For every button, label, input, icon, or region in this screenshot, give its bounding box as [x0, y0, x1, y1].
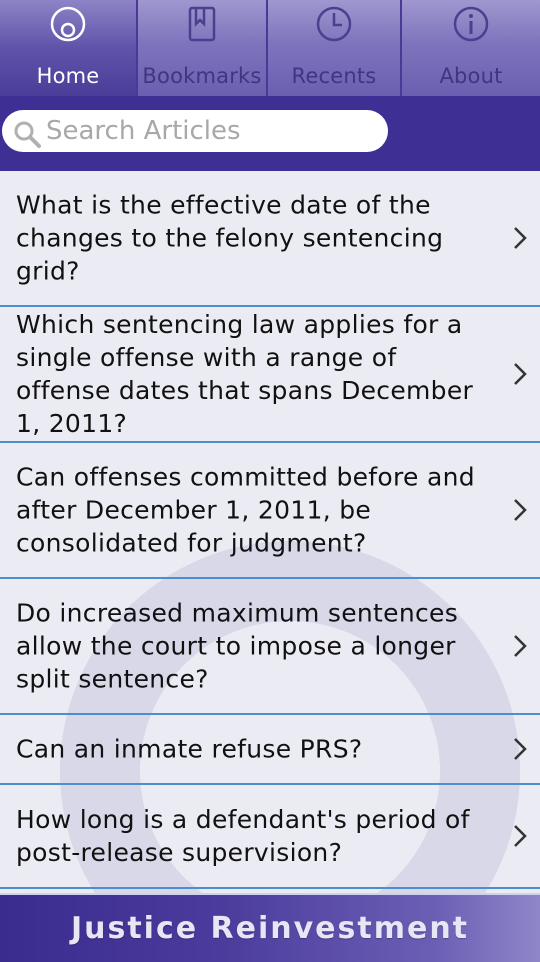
tab-bookmarks[interactable]: Bookmarks — [138, 0, 268, 96]
article-title: Can an inmate refuse PRS? — [16, 734, 363, 764]
tab-home-label: Home — [36, 64, 100, 88]
search-box[interactable] — [2, 110, 388, 152]
info-icon — [453, 6, 489, 42]
list-item[interactable]: How long is a defendant's period of post… — [0, 785, 540, 889]
article-title: Can offenses committed before and after … — [16, 462, 475, 558]
list-item[interactable]: Can offenses committed before and after … — [0, 443, 540, 579]
bookmark-icon — [188, 6, 216, 42]
list-item[interactable]: Do increased maximum sentences allow the… — [0, 579, 540, 715]
tab-recents-label: Recents — [291, 64, 377, 88]
home-icon — [50, 6, 86, 42]
article-title: How long is a defendant's period of post… — [16, 805, 470, 867]
tab-about-label: About — [439, 64, 503, 88]
tab-about[interactable]: About — [402, 0, 540, 96]
tab-home[interactable]: Home — [0, 0, 138, 96]
list-item[interactable]: Which sentencing law applies for a singl… — [0, 307, 540, 443]
article-title: Which sentencing law applies for a singl… — [16, 310, 474, 438]
article-title: What is the effective date of the change… — [16, 190, 444, 286]
clock-icon — [316, 6, 352, 42]
brand-title: Justice Reinvestment — [70, 911, 470, 946]
tab-bar: Home Bookmarks Recents About — [0, 0, 540, 96]
list-item[interactable]: What is the effective date of the change… — [0, 171, 540, 307]
chevron-right-icon — [514, 738, 527, 760]
search-bar — [0, 96, 540, 171]
chevron-right-icon — [514, 635, 527, 657]
article-title: Do increased maximum sentences allow the… — [16, 598, 459, 694]
article-list: What is the effective date of the change… — [0, 171, 540, 893]
chevron-right-icon — [514, 227, 527, 249]
search-input[interactable] — [46, 113, 376, 149]
footer-banner: Justice Reinvestment — [0, 893, 540, 962]
search-icon — [14, 121, 41, 148]
tab-recents[interactable]: Recents — [268, 0, 402, 96]
chevron-right-icon — [514, 499, 527, 521]
tab-bookmarks-label: Bookmarks — [142, 64, 262, 88]
chevron-right-icon — [514, 363, 527, 385]
chevron-right-icon — [514, 825, 527, 847]
list-item[interactable]: Can an inmate refuse PRS? — [0, 715, 540, 785]
